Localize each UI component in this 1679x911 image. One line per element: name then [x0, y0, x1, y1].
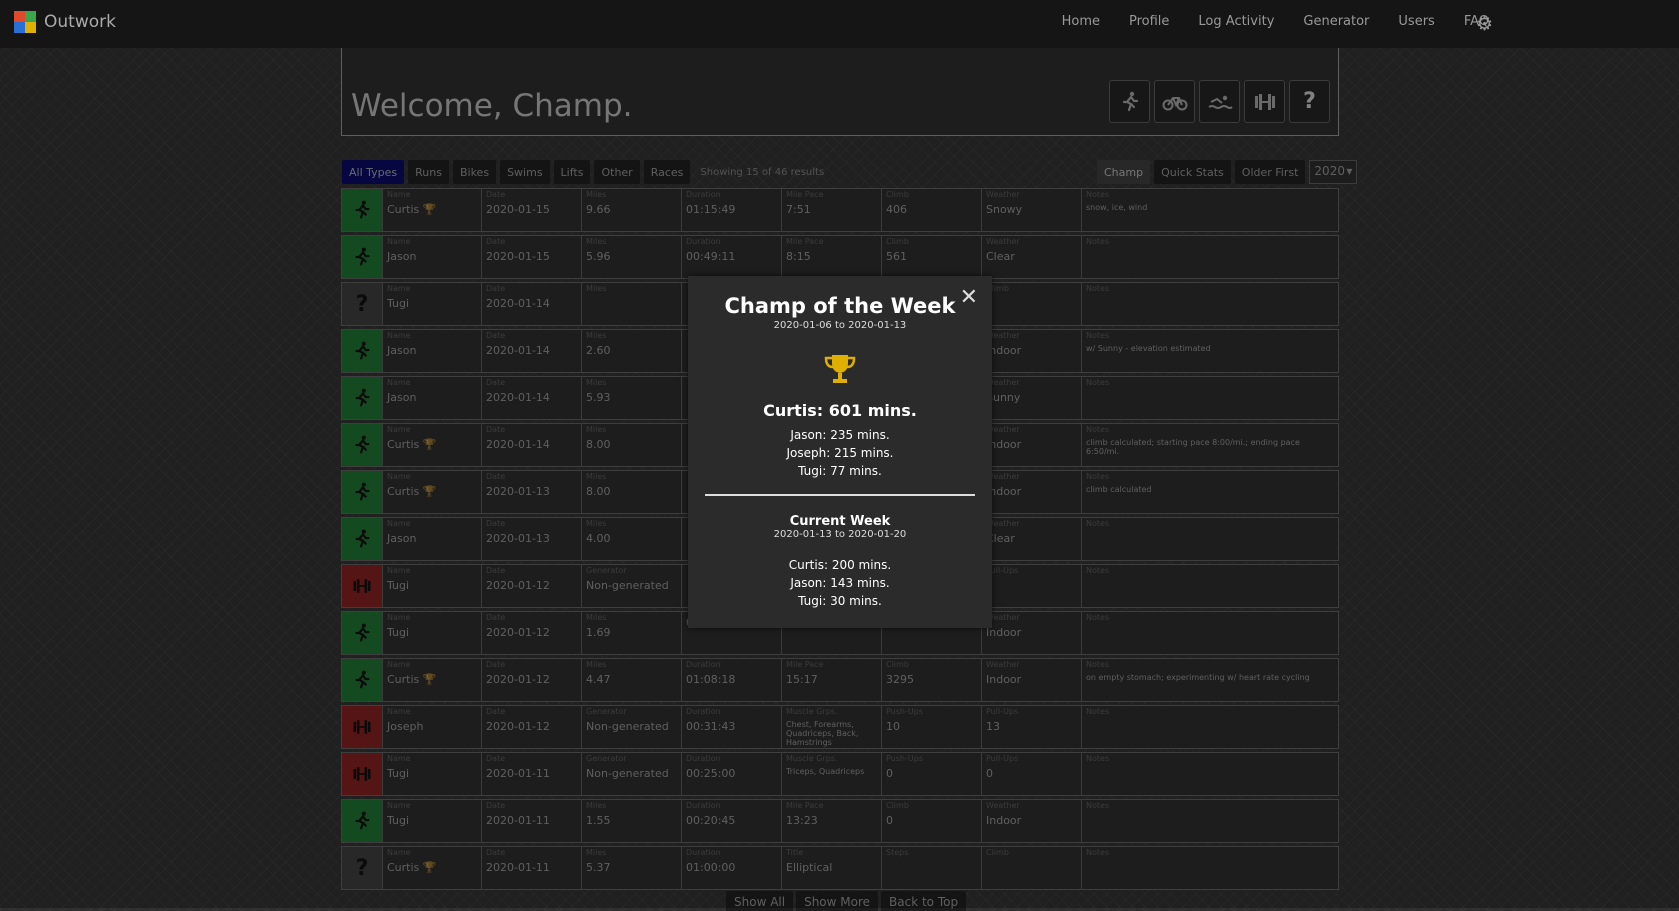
- nav-link-profile[interactable]: Profile: [1129, 14, 1169, 29]
- current-week-results: Curtis: 200 mins. Jason: 143 mins. Tugi: 3…: [688, 556, 992, 610]
- current-week-range: 2020-01-13 to 2020-01-20: [773, 529, 907, 540]
- brand[interactable]: Outwork: [14, 11, 116, 33]
- gear-icon[interactable]: ⚙: [1476, 14, 1496, 34]
- current-week-title: Current Week: [789, 514, 891, 529]
- brand-name: Outwork: [44, 12, 116, 32]
- nav-link-home[interactable]: Home: [1062, 14, 1100, 29]
- result-line: Jason: 143 mins.: [790, 576, 890, 590]
- result-line: Jason: 235 mins.: [790, 428, 890, 442]
- result-line: Curtis: 200 mins.: [788, 558, 892, 572]
- modal-range: 2020-01-06 to 2020-01-13: [773, 320, 907, 331]
- result-line: Tugi: 30 mins.: [798, 594, 882, 608]
- top-navbar: Outwork Home Profile Log Activity Generator…: [0, 0, 1679, 48]
- modal-divider: [705, 494, 975, 496]
- nav-links: Home Profile Log Activity Generator Users FAQ: [1033, 14, 1489, 29]
- champ-modal: ✕ Champ of the Week 2020-01-06 to 2020-0…: [688, 276, 992, 628]
- trophy-icon: [823, 353, 857, 385]
- nav-link-users[interactable]: Users: [1398, 14, 1434, 29]
- close-icon[interactable]: ✕: [960, 287, 978, 309]
- result-line: Tugi: 77 mins.: [798, 464, 882, 478]
- modal-title: Champ of the Week: [724, 294, 956, 318]
- result-line: Joseph: 215 mins.: [786, 446, 894, 460]
- nav-link-log-activity[interactable]: Log Activity: [1198, 14, 1274, 29]
- logo-icon: [14, 11, 36, 33]
- other-results: Jason: 235 mins. Joseph: 215 mins. Tugi: 7…: [688, 426, 992, 480]
- champ-result: Curtis: 601 mins.: [763, 401, 917, 420]
- nav-link-generator[interactable]: Generator: [1303, 14, 1369, 29]
